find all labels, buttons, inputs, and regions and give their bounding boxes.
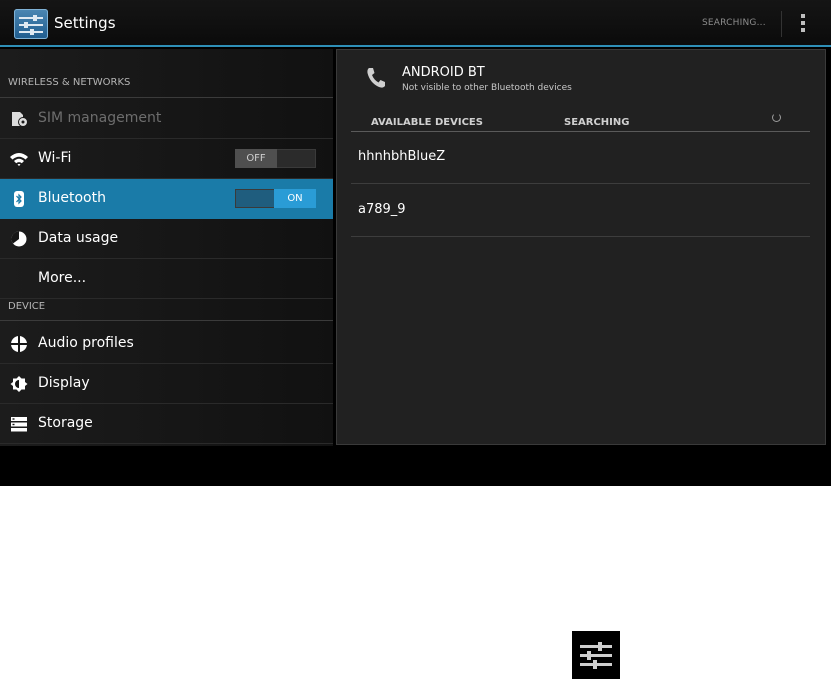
sidebar-item-bluetooth[interactable]: Bluetooth ON [0,179,333,219]
wifi-icon [10,153,28,166]
sidebar-item-display[interactable]: Display [0,364,333,404]
phone-icon [367,68,385,88]
bluetooth-panel: ANDROID BT Not visible to other Bluetoot… [336,49,826,445]
action-divider [781,11,782,37]
wifi-toggle-state: OFF [235,149,277,168]
searching-label: SEARCHING [564,117,630,128]
overflow-menu-icon[interactable] [800,13,806,35]
sidebar-item-wifi[interactable]: Wi-Fi OFF [0,139,333,179]
sidebar-item-label: Wi-Fi [38,150,72,166]
sidebar-item-data-usage[interactable]: Data usage [0,219,333,259]
storage-icon [11,417,27,432]
settings-app-icon[interactable] [14,9,48,39]
sidebar-item-label: SIM management [38,110,162,126]
bluetooth-visibility[interactable]: Not visible to other Bluetooth devices [402,83,572,93]
sidebar-item-label: Display [38,375,90,391]
sidebar-item-label: Bluetooth [38,190,106,206]
sidebar-item-label: Storage [38,415,93,431]
device-item[interactable]: hhnhbhBlueZ [351,132,810,184]
bluetooth-toggle[interactable]: ON [235,189,316,208]
system-navigation-bar [0,446,831,486]
available-devices-title: AVAILABLE DEVICES [371,117,483,128]
audio-profiles-icon [11,336,27,352]
settings-sliders-icon [572,631,620,679]
searching-status-button[interactable]: SEARCHING... [702,18,766,28]
data-usage-icon [11,231,27,247]
loading-spinner-icon [772,113,781,122]
device-item[interactable]: a789_9 [351,185,810,237]
sidebar-item-label: More... [38,270,87,286]
device-name: a789_9 [358,202,406,217]
bluetooth-toggle-state: ON [274,189,316,208]
category-wireless-networks: WIRELESS & NETWORKS [0,77,333,98]
sidebar-item-label: Data usage [38,230,119,246]
bluetooth-device-name[interactable]: ANDROID BT [402,65,485,80]
settings-list: WIRELESS & NETWORKS SIM management Wi-Fi… [0,49,333,446]
sim-icon [12,112,28,127]
available-devices-header: AVAILABLE DEVICES SEARCHING [351,117,810,132]
sidebar-item-label: Audio profiles [38,335,134,351]
sidebar-item-sim-management[interactable]: SIM management [0,99,333,139]
app-title: Settings [54,14,116,32]
sidebar-item-storage[interactable]: Storage [0,404,333,444]
sidebar-item-more[interactable]: More... [0,259,333,299]
tablet-screen: Settings SEARCHING... WIRELESS & NETWORK… [0,0,831,486]
wifi-toggle[interactable]: OFF [235,149,316,168]
device-name: hhnhbhBlueZ [358,149,446,164]
action-bar: Settings SEARCHING... [0,0,831,47]
bluetooth-icon [14,191,24,207]
category-device: DEVICE [0,301,333,321]
sidebar-item-audio-profiles[interactable]: Audio profiles [0,324,333,364]
display-icon [10,376,28,392]
